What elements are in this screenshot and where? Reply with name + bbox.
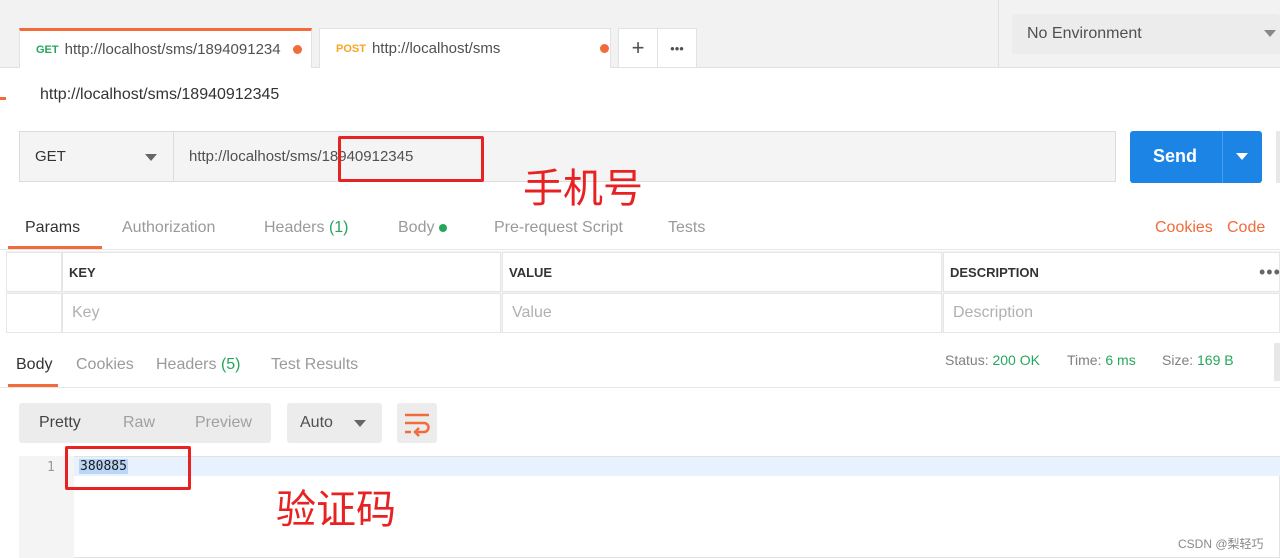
save-response-edge[interactable]: [1274, 343, 1280, 381]
request-title: http://localhost/sms/18940912345: [40, 86, 280, 103]
value-input[interactable]: Value: [502, 293, 942, 333]
table-options-icon[interactable]: •••: [1259, 262, 1280, 283]
headers-count: (1): [328, 219, 349, 236]
description-input[interactable]: Description: [943, 293, 1280, 333]
code-annotation: 验证码: [276, 487, 396, 533]
column-header-value: VALUE: [502, 252, 942, 292]
divider: [0, 387, 1280, 388]
tab-url: http://localhost/sms/1894091234: [64, 41, 281, 58]
send-button[interactable]: Send: [1130, 131, 1262, 183]
watermark: CSDN @梨轻巧: [1178, 537, 1264, 551]
response-tab-body[interactable]: Body: [16, 356, 52, 374]
wrap-lines-icon: [405, 413, 430, 437]
status-value: 200 OK: [992, 352, 1040, 368]
tab-url: http://localhost/sms: [371, 40, 501, 57]
tab-options-button[interactable]: •••: [657, 28, 697, 68]
unsaved-dot-icon: [292, 45, 302, 54]
table-row-checkbox[interactable]: [6, 293, 62, 333]
phone-annotation: 手机号: [523, 166, 643, 212]
response-tab-cookies[interactable]: Cookies: [76, 356, 134, 374]
tab-method: GET: [36, 43, 59, 56]
divider: [0, 249, 1280, 250]
environment-value: No Environment: [1027, 25, 1142, 42]
chevron-down-icon: [354, 420, 366, 427]
tab-headers[interactable]: Headers (1): [264, 219, 349, 237]
line-number: 1: [47, 460, 55, 475]
response-time: Time: 6 ms: [1067, 352, 1136, 368]
tab-headers-label: Headers: [264, 219, 325, 236]
response-tab-test-results[interactable]: Test Results: [271, 356, 358, 374]
code-link[interactable]: Code: [1227, 219, 1265, 237]
response-headers-label: Headers: [156, 356, 217, 373]
view-pretty-button[interactable]: Pretty: [39, 414, 81, 432]
code-highlight-box: [65, 446, 191, 490]
status-label: Status:: [945, 352, 989, 368]
time-value: 6 ms: [1105, 352, 1136, 368]
unsaved-dot-icon: [599, 44, 609, 53]
new-tab-button[interactable]: +: [618, 28, 658, 68]
more-icon: •••: [670, 40, 684, 56]
send-divider: [1222, 131, 1223, 183]
method-select[interactable]: GET: [19, 131, 174, 182]
format-select[interactable]: Auto: [287, 403, 382, 443]
chevron-down-icon: [1264, 30, 1276, 37]
tab-prerequest-script[interactable]: Pre-request Script: [494, 219, 623, 237]
tab-tests[interactable]: Tests: [668, 219, 705, 237]
time-label: Time:: [1067, 352, 1102, 368]
request-tab-get[interactable]: GET http://localhost/sms/1894091234: [19, 28, 312, 68]
phone-highlight-box: [338, 136, 484, 182]
body-indicator-icon: [439, 223, 448, 232]
response-headers-count: (5): [220, 356, 241, 373]
size-value: 169 B: [1197, 352, 1234, 368]
chevron-down-icon[interactable]: [1236, 153, 1248, 160]
view-raw-button[interactable]: Raw: [123, 414, 155, 432]
tab-body-label: Body: [398, 219, 435, 236]
size-label: Size:: [1162, 352, 1194, 368]
tab-authorization[interactable]: Authorization: [122, 219, 215, 237]
view-preview-button[interactable]: Preview: [195, 414, 252, 432]
chevron-down-icon: [145, 154, 157, 161]
plus-icon: +: [631, 35, 645, 60]
table-row-checkbox-header: [6, 252, 62, 292]
key-input[interactable]: Key: [62, 293, 501, 333]
response-status: Status: 200 OK: [945, 352, 1040, 368]
tab-method: POST: [336, 42, 366, 55]
wrap-lines-button[interactable]: [397, 403, 437, 443]
cookies-link[interactable]: Cookies: [1155, 219, 1213, 237]
format-value: Auto: [300, 414, 333, 431]
column-header-key: KEY: [62, 252, 501, 292]
response-size: Size: 169 B: [1162, 352, 1234, 368]
tab-params[interactable]: Params: [25, 219, 80, 237]
sidebar-accent: [0, 97, 6, 100]
column-header-description: DESCRIPTION: [943, 252, 1280, 292]
active-line-highlight: [74, 457, 1280, 476]
tab-bar-divider: [998, 0, 999, 68]
url-input[interactable]: http://localhost/sms/18940912345: [174, 131, 1116, 182]
method-value: GET: [35, 148, 66, 165]
send-label: Send: [1153, 146, 1198, 166]
view-mode-toggle: Pretty Raw Preview: [19, 403, 271, 443]
save-button-edge[interactable]: [1276, 131, 1280, 183]
response-tab-headers[interactable]: Headers (5): [156, 356, 241, 374]
request-tab-post[interactable]: POST http://localhost/sms: [319, 28, 611, 68]
url-prefix: http://localhost/sms/: [189, 148, 322, 165]
tab-body[interactable]: Body: [398, 219, 448, 237]
environment-select[interactable]: No Environment: [1012, 14, 1280, 54]
